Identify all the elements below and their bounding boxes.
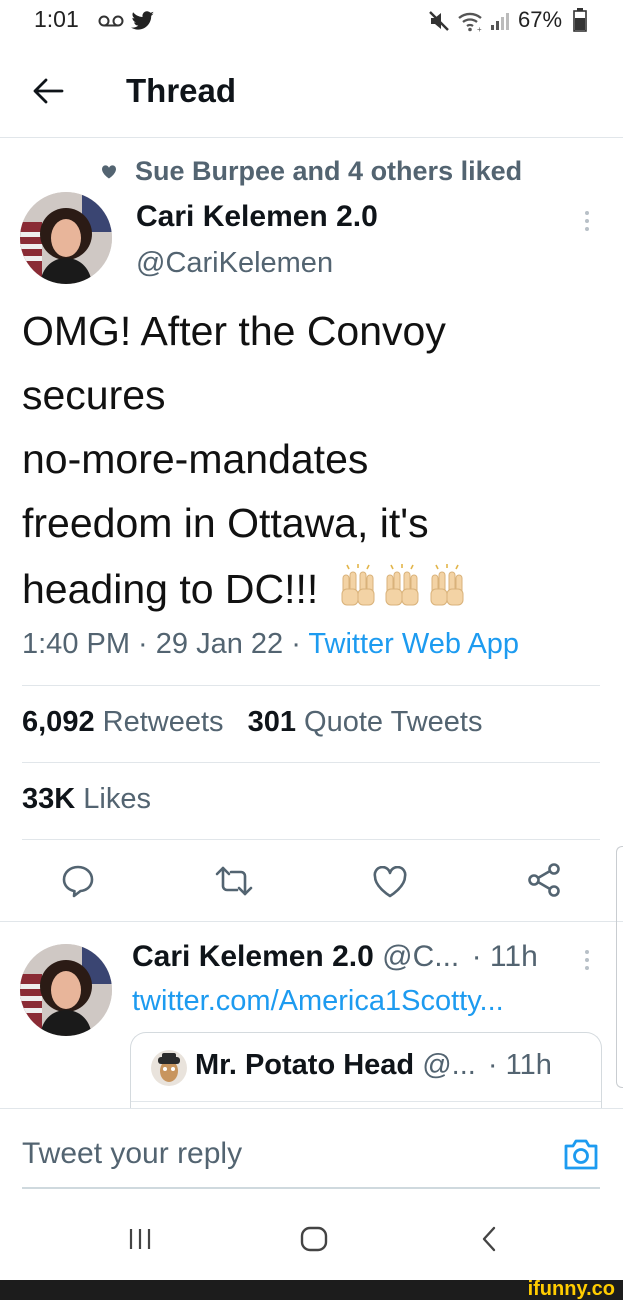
tweet-last-line: heading to DC!!! — [22, 563, 466, 610]
raised-hands-icon — [430, 564, 464, 606]
top-app-bar: Thread — [0, 55, 623, 135]
back-arrow-icon[interactable] — [32, 77, 64, 105]
meta-divider — [22, 685, 600, 686]
share-icon[interactable] — [526, 862, 562, 898]
reply-header: Cari Kelemen 2.0 @C... · 11h — [132, 940, 538, 974]
mute-icon — [429, 11, 449, 31]
raised-hands-icon — [341, 564, 375, 606]
engagement-stats: 6,092 Retweets 301 Quote Tweets — [22, 706, 482, 739]
tweet-text-line: no-more-mandates — [22, 436, 369, 482]
quoted-tweet-card[interactable]: Mr. Potato Head @... · 11h — [130, 1032, 602, 1113]
tweet-text-line: OMG! After the Convoy — [22, 308, 446, 354]
tweet-text-line: freedom in Ottawa, it's — [22, 500, 429, 546]
retweet-icon[interactable] — [214, 866, 254, 896]
system-back-icon[interactable] — [480, 1225, 498, 1253]
twitter-bird-icon — [131, 11, 154, 30]
reply-input[interactable]: Tweet your reply — [22, 1137, 242, 1171]
header-divider — [0, 137, 623, 138]
compose-underline — [22, 1187, 600, 1189]
likes-stat[interactable]: 33K Likes — [22, 783, 151, 816]
watermark-bar: ifunny.co — [0, 1278, 623, 1300]
actions-divider — [0, 921, 623, 922]
reply-icon[interactable] — [61, 864, 95, 898]
tweet-source-link[interactable]: Twitter Web App — [308, 628, 519, 660]
heart-icon — [101, 165, 117, 179]
author-avatar[interactable] — [20, 192, 112, 284]
reply-author-name[interactable]: Cari Kelemen 2.0 — [132, 940, 374, 973]
quoted-time: · 11h — [487, 1049, 552, 1081]
retweets-count: 6,092 — [22, 706, 95, 738]
tweet-meta: 1:40 PM · 29 Jan 22 · Twitter Web App — [22, 628, 520, 660]
more-vertical-icon[interactable] — [585, 950, 589, 974]
quoted-avatar — [151, 1050, 187, 1086]
tweet-text-line: heading to DC!!! — [22, 566, 319, 612]
retweets-stat[interactable]: 6,092 Retweets — [22, 706, 224, 738]
voicemail-icon — [98, 15, 124, 27]
avatar-image — [20, 944, 112, 1036]
reply-author-handle[interactable]: @C... — [382, 940, 459, 973]
watermark-text: ifunny.co — [527, 1278, 615, 1300]
battery-percent: 67% — [518, 7, 563, 32]
quoted-author-handle: @... — [422, 1049, 476, 1081]
tweet-text-line: secures — [22, 372, 166, 418]
status-time: 1:01 — [34, 6, 79, 32]
compose-bar: Tweet your reply — [0, 1108, 623, 1199]
reply-avatar[interactable] — [20, 944, 112, 1036]
quotes-label: Quote Tweets — [304, 706, 483, 738]
like-icon[interactable] — [372, 866, 408, 898]
wifi-icon: + — [458, 12, 482, 32]
retweets-label: Retweets — [102, 706, 224, 738]
quoted-author-name: Mr. Potato Head — [195, 1049, 415, 1081]
author-handle[interactable]: @CariKelemen — [136, 247, 333, 280]
raised-hands-icon — [385, 564, 419, 606]
camera-icon[interactable] — [562, 1137, 600, 1171]
raised-hands-emoji-group — [337, 564, 466, 607]
tweet-date: 29 Jan 22 — [155, 628, 284, 660]
quotes-stat[interactable]: 301 Quote Tweets — [248, 706, 483, 738]
reply-time: · 11h — [471, 940, 538, 973]
scrollbar[interactable] — [616, 846, 623, 1088]
battery-icon — [573, 8, 587, 32]
recent-apps-icon[interactable] — [127, 1227, 153, 1251]
stats-divider — [22, 762, 600, 763]
more-vertical-icon[interactable] — [585, 211, 589, 235]
status-bar: 1:01 + 67% — [0, 0, 623, 40]
tweet-time: 1:40 PM — [22, 628, 130, 660]
svg-text:+: + — [477, 25, 482, 32]
quotes-count: 301 — [247, 706, 296, 738]
likes-divider — [22, 839, 600, 840]
reply-link[interactable]: twitter.com/America1Scotty... — [132, 985, 504, 1018]
likes-count: 33K — [22, 783, 76, 815]
avatar-image — [20, 192, 112, 284]
quoted-inner-divider — [131, 1101, 601, 1102]
likes-label: Likes — [83, 783, 151, 815]
quoted-header: Mr. Potato Head @... · 11h — [195, 1049, 552, 1082]
home-icon[interactable] — [300, 1226, 328, 1252]
social-context[interactable]: Sue Burpee and 4 others liked — [135, 156, 522, 187]
author-name[interactable]: Cari Kelemen 2.0 — [136, 200, 378, 234]
signal-icon — [491, 13, 509, 30]
page-title: Thread — [126, 72, 237, 109]
system-nav-bar — [0, 1197, 623, 1277]
